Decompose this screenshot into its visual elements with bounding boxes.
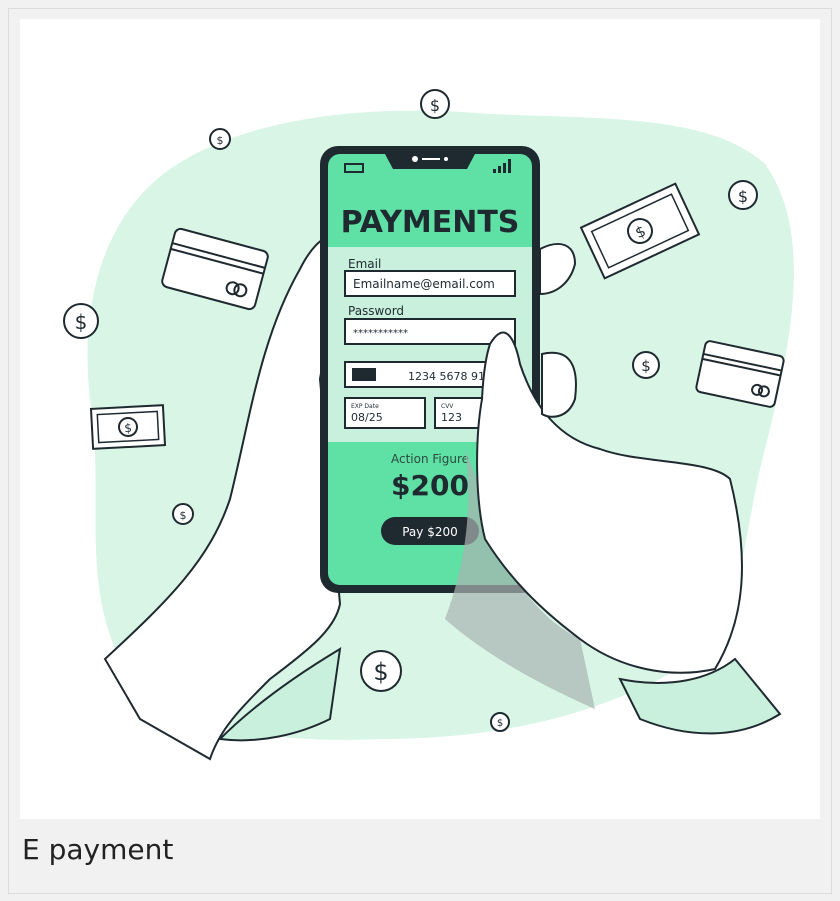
email-field-value: Emailname@email.com — [353, 277, 495, 291]
e-payment-illustration: $ $ $ $ $ $ $ $ $ $ PAYMENTS Email Email… — [20, 19, 820, 819]
svg-text:$: $ — [217, 134, 224, 147]
cvv-value: 123 — [441, 411, 462, 424]
phone-notch — [385, 154, 475, 169]
illustration-svg: $ $ $ $ $ $ $ $ $ $ PAYMENTS Email Email… — [63, 89, 794, 761]
cvv-label: CVV — [441, 403, 454, 410]
pay-button-label: Pay $200 — [402, 525, 458, 539]
svg-text:$: $ — [430, 96, 440, 115]
svg-text:$: $ — [738, 187, 748, 206]
coin-icon-small-left: $ — [209, 128, 231, 150]
payments-title: PAYMENTS — [341, 205, 520, 240]
coin-icon-small-bottom: $ — [490, 712, 510, 732]
svg-text:$: $ — [75, 310, 88, 334]
svg-text:$: $ — [497, 718, 503, 729]
exp-date-value: 08/25 — [351, 411, 383, 424]
camera-icon — [412, 156, 418, 162]
coin-icon-bottom: $ — [360, 650, 402, 692]
svg-text:$: $ — [124, 421, 132, 435]
svg-text:$: $ — [180, 509, 187, 522]
amount-value: $200 — [391, 469, 469, 502]
coin-icon-left-large: $ — [63, 303, 99, 339]
email-label: Email — [348, 257, 381, 271]
coin-icon-right: $ — [728, 180, 758, 210]
password-field-value: *********** — [353, 328, 408, 339]
exp-date-label: EXP Date — [351, 403, 379, 410]
svg-text:$: $ — [373, 658, 388, 686]
item-label: Action Figure — [391, 452, 469, 466]
image-caption: E payment — [22, 833, 174, 866]
right-knuckle-lower-shape — [541, 351, 577, 418]
card-number-value: 1234 5678 910 — [408, 370, 492, 383]
credit-card-icon — [352, 368, 376, 381]
coin-icon-mid-right: $ — [632, 351, 660, 379]
coin-icon-top: $ — [420, 89, 450, 119]
image-card: $ $ $ $ $ $ $ $ $ $ PAYMENTS Email Email… — [8, 8, 832, 894]
svg-text:$: $ — [641, 357, 651, 375]
password-label: Password — [348, 304, 404, 318]
banknote-icon-left: $ — [89, 404, 167, 450]
coin-icon-small-low-left: $ — [172, 503, 194, 525]
